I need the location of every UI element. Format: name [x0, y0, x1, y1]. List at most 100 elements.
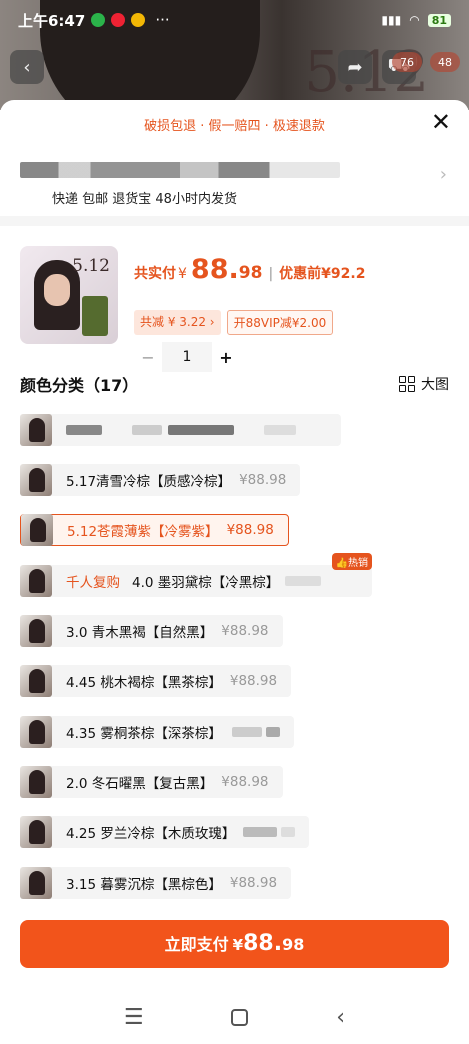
- shipping-info: 快递 包邮 退货宝 48小时内发货: [52, 192, 237, 207]
- color-option[interactable]: 4.25 罗兰冷棕【木质玫瑰】: [20, 816, 310, 848]
- repurchase-label: 千人复购: [66, 575, 120, 591]
- product-image-label: 5.12: [72, 256, 110, 276]
- decrement-button[interactable]: −: [134, 348, 162, 367]
- back-nav-icon[interactable]: ‹: [336, 1005, 345, 1030]
- option-price: ¥88.98: [226, 522, 274, 538]
- quantity-box: 1: [162, 342, 212, 372]
- price-decimal: 98: [238, 263, 263, 283]
- option-price: ¥88.98: [229, 875, 278, 891]
- option-name: 5.12苍霞薄紫【冷雾紫】: [67, 524, 219, 540]
- color-option[interactable]: 3.0 青木黑褐【自然黑】 ¥88.98: [20, 615, 283, 647]
- blurred-text: [264, 425, 296, 435]
- blurred-text: [168, 425, 234, 435]
- option-name: 4.25 罗兰冷棕【木质玫瑰】: [66, 826, 236, 842]
- close-icon[interactable]: ✕: [431, 110, 451, 134]
- wifi-icon: ◠: [409, 13, 420, 27]
- status-time: 上午6:47: [18, 11, 86, 30]
- option-name: 5.17清雪冷棕【质感冷棕】: [66, 474, 232, 490]
- grid-icon: [399, 376, 415, 392]
- pay-now-button[interactable]: 立即支付 ¥ 88. 98: [20, 920, 449, 968]
- quantity-stepper: − 1 +: [134, 342, 240, 372]
- blurred-price: [231, 727, 262, 737]
- price-separator: |: [268, 266, 274, 282]
- discount-detail-tag[interactable]: 共减 ¥ 3.22 ›: [134, 310, 221, 335]
- option-thumbnail: [20, 766, 52, 798]
- category-title: 颜色分类（17）: [20, 376, 139, 395]
- home-icon[interactable]: [231, 1008, 249, 1026]
- address-row[interactable]: › 快递 包邮 退货宝 48小时内发货: [0, 148, 469, 226]
- more-badge[interactable]: 48: [430, 52, 460, 72]
- paid-label: 共实付: [134, 266, 176, 282]
- option-thumbnail: [20, 867, 52, 899]
- increment-button[interactable]: +: [212, 348, 240, 367]
- blurred-price: [285, 576, 322, 586]
- large-view-toggle[interactable]: 大图: [399, 374, 449, 394]
- address-blurred: [20, 162, 340, 178]
- color-option-selected[interactable]: 5.12苍霞薄紫【冷雾紫】 ¥88.98: [20, 514, 289, 546]
- option-name: 4.0 墨羽黛棕【冷黑棕】: [132, 575, 280, 591]
- color-option[interactable]: 千人复购 4.0 墨羽黛棕【冷黑棕】 👍热销: [20, 553, 372, 597]
- currency-symbol: ¥: [178, 266, 187, 282]
- menu-icon[interactable]: ☰: [124, 1005, 144, 1030]
- product-summary: 5.12 共实付 ¥ 88. 98 | 优惠前¥92.2 共减 ¥ 3.22 ›…: [0, 226, 469, 372]
- app-icon: [111, 13, 126, 27]
- original-price: 优惠前¥92.2: [279, 266, 366, 282]
- option-thumbnail: [20, 716, 52, 748]
- blurred-text: [66, 425, 102, 435]
- checkout-sheet: 破损包退 · 假一赔四 · 极速退款 ✕ › 快递 包邮 退货宝 48小时内发货…: [0, 100, 469, 1044]
- pay-price-decimal: 98: [282, 935, 305, 954]
- cart-badge: 76: [392, 52, 422, 72]
- option-thumbnail: [20, 665, 52, 697]
- quantity-value[interactable]: 1: [162, 349, 212, 365]
- chevron-right-icon: ›: [439, 164, 447, 185]
- pay-label: 立即支付: [164, 935, 229, 954]
- signal-icon: ▮▮▮: [381, 13, 402, 27]
- pay-price-integer: 88.: [243, 931, 283, 956]
- option-thumbnail: [20, 414, 52, 446]
- option-name: 2.0 冬石曜黑【复古黑】: [66, 776, 214, 792]
- blurred-price: [265, 727, 280, 737]
- notification-icon: [131, 13, 146, 27]
- color-option[interactable]: 4.45 桃木褐棕【黑茶棕】 ¥88.98: [20, 665, 292, 697]
- battery-icon: 81: [427, 13, 451, 27]
- option-thumbnail: [20, 565, 52, 597]
- hot-sale-badge: 👍热销: [331, 553, 372, 570]
- blurred-price: [281, 827, 296, 837]
- option-thumbnail: [20, 816, 52, 848]
- option-name: 4.45 桃木褐棕【黑茶棕】: [66, 675, 222, 691]
- more-dots-icon: ···: [155, 11, 170, 29]
- wechat-icon: [91, 13, 106, 27]
- status-bar: 上午6:47 ··· ▮▮▮ ◠ 81: [0, 0, 469, 40]
- blurred-price: [243, 827, 278, 837]
- back-icon[interactable]: ‹: [10, 50, 44, 84]
- vip-tag[interactable]: 开88VIP减¥2.00: [226, 310, 334, 335]
- category-header: 颜色分类（17） 大图: [20, 372, 449, 396]
- price-integer: 88.: [190, 254, 239, 285]
- color-option[interactable]: 3.15 暮雾沉棕【黑棕色】 ¥88.98: [20, 867, 292, 899]
- option-thumbnail: [21, 514, 53, 546]
- option-name: 4.35 雾桐茶棕【深茶棕】: [66, 726, 222, 742]
- option-price: ¥88.98: [221, 623, 269, 639]
- product-box: [82, 296, 108, 336]
- hot-sale-label: 热销: [348, 558, 368, 569]
- color-option[interactable]: 5.17清雪冷棕【质感冷棕】 ¥88.98: [20, 464, 301, 496]
- color-option[interactable]: 2.0 冬石曜黑【复古黑】 ¥88.98: [20, 766, 283, 798]
- system-nav-bar: ☰ ‹: [0, 990, 469, 1044]
- blurred-text: [132, 425, 162, 435]
- color-option[interactable]: [20, 414, 341, 446]
- model-face-thumb: [44, 274, 70, 306]
- service-banner: 破损包退 · 假一赔四 · 极速退款 ✕: [0, 100, 469, 148]
- option-name: 3.0 青木黑褐【自然黑】: [66, 625, 214, 641]
- option-price: ¥88.98: [221, 774, 269, 790]
- option-price: ¥88.98: [229, 673, 278, 689]
- option-name: 3.15 暮雾沉棕【黑棕色】: [66, 877, 222, 893]
- option-price: ¥88.98: [239, 472, 287, 488]
- share-icon[interactable]: ➦: [338, 50, 372, 84]
- discount-tags: 共减 ¥ 3.22 › 开88VIP减¥2.00: [134, 310, 334, 335]
- pay-currency: ¥: [232, 936, 244, 954]
- color-option[interactable]: 4.35 雾桐茶棕【深茶棕】: [20, 716, 294, 748]
- price-row: 共实付 ¥ 88. 98 | 优惠前¥92.2: [134, 254, 365, 285]
- service-banner-text: 破损包退 · 假一赔四 · 极速退款: [144, 118, 325, 134]
- large-view-label: 大图: [421, 377, 449, 393]
- option-thumbnail: [20, 464, 52, 496]
